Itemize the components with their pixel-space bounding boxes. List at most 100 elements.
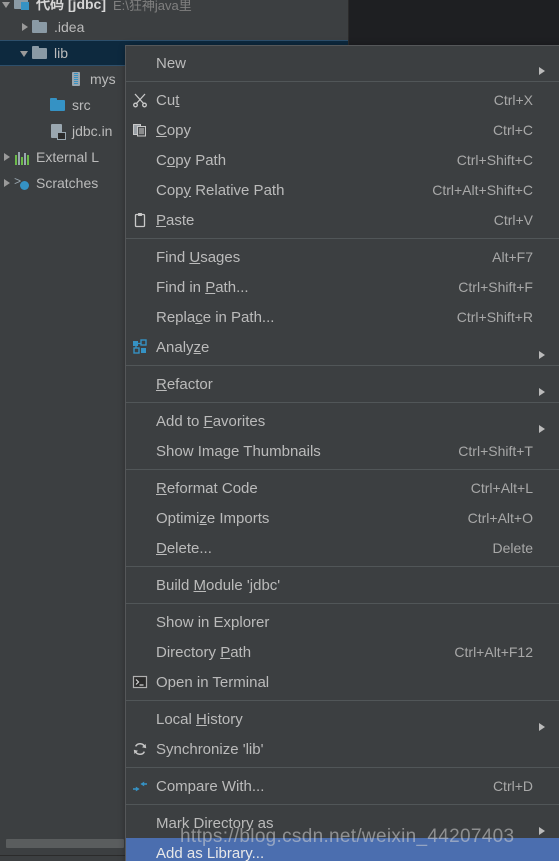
menu-item-shortcut: Ctrl+Alt+Shift+C [432, 182, 533, 198]
menu-item-compare-with[interactable]: Compare With... Ctrl+D [126, 771, 559, 801]
analyze-icon [132, 339, 148, 355]
menu-item-shortcut: Ctrl+Shift+C [456, 152, 533, 168]
menu-item-add-to-favorites[interactable]: Add to Favorites [126, 406, 559, 436]
compare-icon [132, 778, 148, 794]
menu-item-analyze[interactable]: Analyze [126, 332, 559, 362]
menu-item-shortcut: Ctrl+Alt+F12 [454, 644, 533, 660]
menu-item-synchronize-lib[interactable]: Synchronize 'lib' [126, 734, 559, 764]
menu-item-label: Add to Favorites [156, 412, 266, 430]
menu-separator [126, 81, 559, 82]
menu-item-build-module-jdbc[interactable]: Build Module 'jdbc' [126, 570, 559, 600]
tree-row-label: .idea [54, 19, 85, 35]
tree-row-label: 代码 [jdbc] [36, 0, 106, 12]
menu-item-label: Compare With... [156, 777, 265, 795]
menu-item-label: Open in Terminal [156, 673, 270, 691]
scissors-icon [132, 92, 148, 108]
menu-item-shortcut: Ctrl+C [492, 122, 533, 138]
app-window: 代码 [jdbc] E:\狂神java里 .idea lib mys src jdbc.in… [0, 0, 559, 861]
menu-item-label: Find in Path... [156, 278, 249, 296]
tree-row-label: jdbc.in [72, 123, 113, 139]
menu-item-label: Replace in Path... [156, 308, 275, 326]
menu-item-label: Show in Explorer [156, 613, 270, 631]
menu-item-refactor[interactable]: Refactor [126, 369, 559, 399]
menu-item-shortcut: Ctrl+Shift+F [458, 279, 533, 295]
menu-icon-slot [130, 181, 152, 199]
menu-item-delete[interactable]: Delete... Delete [126, 533, 559, 563]
menu-item-replace-in-path[interactable]: Replace in Path... Ctrl+Shift+R [126, 302, 559, 332]
menu-item-label: Directory Path [156, 643, 252, 661]
menu-icon-slot [130, 442, 152, 460]
chevron-right-icon[interactable] [18, 20, 32, 34]
scratches-icon [14, 175, 30, 191]
iml-file-icon [50, 123, 66, 140]
menu-icon-slot [130, 576, 152, 594]
menu-item-label: Find Usages [156, 248, 241, 266]
menu-item-shortcut: Ctrl+D [492, 778, 533, 794]
menu-item-label: Synchronize 'lib' [156, 740, 264, 758]
project-context-menu[interactable]: New Cut Ctrl+X Copy Ctrl+C Copy Path Ctrl+Shif… [125, 45, 559, 861]
menu-item-open-in-terminal[interactable]: Open in Terminal [126, 667, 559, 697]
menu-separator [126, 469, 559, 470]
menu-item-label: Copy Relative Path [156, 181, 285, 199]
menu-separator [126, 238, 559, 239]
synchronize-icon [132, 741, 148, 757]
tree-row-label: External L [36, 149, 100, 165]
menu-icon-slot [130, 54, 152, 72]
chevron-down-icon[interactable] [0, 0, 14, 11]
menu-item-copy[interactable]: Copy Ctrl+C [126, 115, 559, 145]
menu-item-paste[interactable]: Paste Ctrl+V [126, 205, 559, 235]
menu-item-shortcut: Ctrl+Shift+R [456, 309, 533, 325]
module-icon [14, 0, 30, 12]
tree-row-label: lib [54, 45, 69, 61]
menu-item-label: Reformat Code [156, 479, 258, 497]
menu-item-shortcut: Ctrl+Shift+T [458, 443, 533, 459]
menu-item-shortcut: Ctrl+Alt+L [470, 480, 533, 496]
menu-item-optimize-imports[interactable]: Optimize Imports Ctrl+Alt+O [126, 503, 559, 533]
menu-item-label: Delete... [156, 539, 212, 557]
tree-row-jdbc[interactable]: 代码 [jdbc] E:\狂神java里 [0, 0, 348, 14]
menu-item-show-image-thumbnails[interactable]: Show Image Thumbnails Ctrl+Shift+T [126, 436, 559, 466]
menu-item-copy-relative-path[interactable]: Copy Relative Path Ctrl+Alt+Shift+C [126, 175, 559, 205]
terminal-icon [130, 673, 152, 691]
menu-icon-slot [130, 375, 152, 393]
scrollbar-thumb[interactable] [6, 839, 124, 848]
menu-item-find-in-path[interactable]: Find in Path... Ctrl+Shift+F [126, 272, 559, 302]
menu-icon-slot [130, 509, 152, 527]
copy-icon [132, 122, 148, 138]
menu-item-mark-directory-as[interactable]: Mark Directory as [126, 808, 559, 838]
menu-item-local-history[interactable]: Local History [126, 704, 559, 734]
menu-item-cut[interactable]: Cut Ctrl+X [126, 85, 559, 115]
terminal-icon [132, 674, 148, 690]
chevron-right-icon[interactable] [0, 176, 14, 190]
menu-item-directory-path[interactable]: Directory Path Ctrl+Alt+F12 [126, 637, 559, 667]
menu-item-shortcut: Ctrl+X [493, 92, 533, 108]
tree-row-idea[interactable]: .idea [0, 14, 348, 40]
menu-icon-slot [130, 479, 152, 497]
folder-icon [32, 19, 48, 35]
menu-item-copy-path[interactable]: Copy Path Ctrl+Shift+C [126, 145, 559, 175]
menu-item-show-in-explorer[interactable]: Show in Explorer [126, 607, 559, 637]
menu-item-shortcut: Ctrl+V [493, 212, 533, 228]
menu-icon-slot [130, 308, 152, 326]
menu-separator [126, 700, 559, 701]
chevron-right-icon[interactable] [0, 150, 14, 164]
menu-item-shortcut: Ctrl+Alt+O [467, 510, 533, 526]
menu-item-new[interactable]: New [126, 48, 559, 78]
menu-item-find-usages[interactable]: Find Usages Alt+F7 [126, 242, 559, 272]
menu-icon-slot [130, 814, 152, 832]
menu-item-label: Optimize Imports [156, 509, 270, 527]
menu-item-add-as-library[interactable]: Add as Library... [126, 838, 559, 861]
folder-icon [32, 45, 48, 61]
chevron-down-icon[interactable] [18, 46, 32, 60]
menu-item-label: Mark Directory as [156, 814, 274, 832]
menu-icon-slot [130, 248, 152, 266]
menu-item-reformat-code[interactable]: Reformat Code Ctrl+Alt+L [126, 473, 559, 503]
menu-item-label: Copy [156, 121, 192, 139]
menu-icon-slot [130, 613, 152, 631]
menu-item-label: New [156, 54, 187, 72]
menu-icon-slot [130, 412, 152, 430]
tree-row-path: E:\狂神java里 [113, 0, 192, 13]
